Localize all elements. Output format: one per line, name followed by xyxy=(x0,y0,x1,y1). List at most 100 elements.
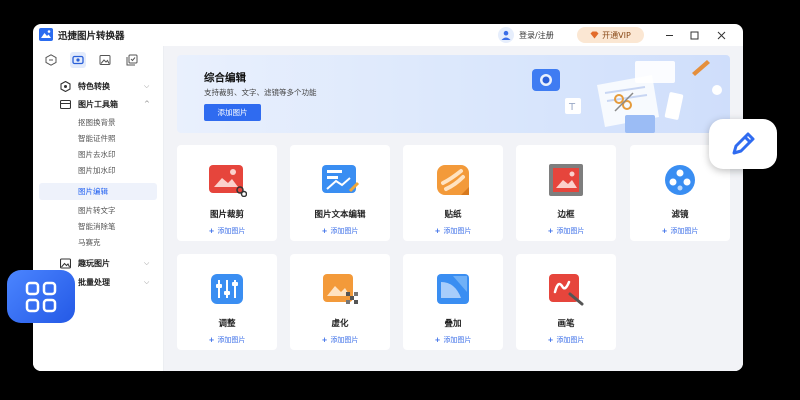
add-image-label: 添加图片 xyxy=(556,227,585,235)
add-image-label: 添加图片 xyxy=(556,336,585,344)
tool-name: 调整 xyxy=(218,319,236,329)
fun-image-icon xyxy=(60,257,71,269)
vip-label: 开通VIP xyxy=(602,30,631,40)
add-image-link[interactable]: + 添加图片 xyxy=(290,226,390,236)
sidebar-item-remove-watermark[interactable]: 图片去水印 xyxy=(78,148,116,162)
app-title: 迅捷图片转换器 xyxy=(58,31,125,42)
tool-card-sticker[interactable]: 贴纸 + 添加图片 xyxy=(403,145,503,241)
chevron-down-icon: ⌵ xyxy=(144,81,150,90)
chevron-down-icon: ⌵ xyxy=(144,277,150,286)
add-image-label: 添加图片 xyxy=(330,227,359,235)
format-tab[interactable] xyxy=(43,52,59,68)
overlay-icon xyxy=(437,274,469,304)
close-button[interactable] xyxy=(713,27,729,43)
sidebar-item-mosaic[interactable]: 马赛克 xyxy=(78,236,101,250)
image-tab[interactable] xyxy=(97,52,113,68)
batch-tab-icon xyxy=(126,54,138,66)
tool-name: 图片文本编辑 xyxy=(314,210,366,220)
diamond-icon xyxy=(590,31,599,39)
banner-add-image-button[interactable]: 添加图片 xyxy=(204,104,261,121)
banner-illustration: T xyxy=(532,60,722,133)
plus-icon: + xyxy=(547,227,554,235)
sticker-icon xyxy=(437,165,469,195)
add-image-link[interactable]: + 添加图片 xyxy=(630,226,730,236)
add-image-link[interactable]: + 添加图片 xyxy=(516,226,616,236)
add-image-link[interactable]: + 添加图片 xyxy=(403,226,503,236)
app-logo-icon xyxy=(39,28,53,41)
plus-icon: + xyxy=(434,227,441,235)
plus-icon: + xyxy=(208,336,215,344)
nav-group-label: 特色转换 xyxy=(78,81,110,91)
sidebar-item-cutout[interactable]: 抠图换背景 xyxy=(78,116,116,130)
sidebar-item-id-photo[interactable]: 智能证件照 xyxy=(78,132,116,146)
plus-icon: + xyxy=(321,336,328,344)
login-button[interactable]: 登录/注册 xyxy=(498,27,554,43)
add-image-label: 添加图片 xyxy=(217,336,246,344)
sidebar-item-add-watermark[interactable]: 图片加水印 xyxy=(78,164,116,178)
apps-grid-icon xyxy=(25,281,57,312)
add-image-label: 添加图片 xyxy=(670,227,699,235)
filter-icon xyxy=(665,165,695,195)
login-label: 登录/注册 xyxy=(519,30,554,40)
nav-group-label: 批量处理 xyxy=(78,277,110,287)
tool-name: 虚化 xyxy=(331,319,349,329)
add-image-link[interactable]: + 添加图片 xyxy=(290,335,390,345)
tool-card-brush[interactable]: 画笔 + 添加图片 xyxy=(516,254,616,350)
tool-card-text-edit[interactable]: 图片文本编辑 + 添加图片 xyxy=(290,145,390,241)
toolbox-icon xyxy=(60,99,71,109)
nav-group-toolbox[interactable]: 图片工具箱 ^ xyxy=(33,95,164,113)
add-image-link[interactable]: + 添加图片 xyxy=(516,335,616,345)
toolbox-tab[interactable] xyxy=(70,52,86,68)
user-avatar-icon xyxy=(498,27,514,43)
tool-name: 叠加 xyxy=(444,319,462,329)
sidebar-top-tabs xyxy=(43,52,140,68)
plus-icon: + xyxy=(661,227,668,235)
plus-icon: + xyxy=(208,227,215,235)
maximize-button[interactable] xyxy=(686,27,702,43)
adjust-icon xyxy=(211,274,243,304)
svg-text:T: T xyxy=(568,102,576,113)
add-image-link[interactable]: + 添加图片 xyxy=(177,335,277,345)
tool-card-crop[interactable]: 图片裁剪 + 添加图片 xyxy=(177,145,277,241)
sidebar-item-image-to-text[interactable]: 图片转文字 xyxy=(78,204,116,218)
plus-icon: + xyxy=(321,227,328,235)
floating-apps-badge xyxy=(7,270,75,323)
floating-pen-badge xyxy=(709,119,777,169)
add-image-label: 添加图片 xyxy=(330,336,359,344)
tool-name: 边框 xyxy=(557,210,575,220)
tool-card-adjust[interactable]: 调整 + 添加图片 xyxy=(177,254,277,350)
vip-button[interactable]: 开通VIP xyxy=(577,27,644,43)
special-convert-icon xyxy=(60,80,71,92)
brush-icon xyxy=(549,274,584,306)
tool-card-blur[interactable]: 虚化 + 添加图片 xyxy=(290,254,390,350)
sidebar-item-eraser[interactable]: 智能消除笔 xyxy=(78,220,116,234)
close-icon xyxy=(717,31,725,39)
blur-icon xyxy=(323,274,358,304)
sidebar-item-image-edit[interactable]: 图片编辑 xyxy=(39,183,157,200)
minimize-button[interactable] xyxy=(661,27,677,43)
add-image-label: 添加图片 xyxy=(443,227,472,235)
add-image-label: 添加图片 xyxy=(217,227,246,235)
format-tab-icon xyxy=(45,54,57,66)
edit-banner: 综合编辑 支持裁剪、文字、滤镜等多个功能 添加图片 T xyxy=(177,55,730,133)
chevron-down-icon: ⌵ xyxy=(144,258,150,267)
app-window: 迅捷图片转换器 登录/注册 开通VIP 特色转换 ⌵ 图片工具箱 ^ 抠图换背景… xyxy=(33,24,743,371)
plus-icon: + xyxy=(547,336,554,344)
tool-name: 贴纸 xyxy=(444,210,462,220)
add-image-link[interactable]: + 添加图片 xyxy=(403,335,503,345)
title-bar: 迅捷图片转换器 登录/注册 开通VIP xyxy=(33,24,743,46)
frame-icon xyxy=(549,164,583,196)
add-image-label: 添加图片 xyxy=(443,336,472,344)
main-content: 综合编辑 支持裁剪、文字、滤镜等多个功能 添加图片 T 图片裁剪 + 添加图片 … xyxy=(164,46,743,371)
tool-card-frame[interactable]: 边框 + 添加图片 xyxy=(516,145,616,241)
toolbox-tab-icon xyxy=(72,55,84,65)
add-image-link[interactable]: + 添加图片 xyxy=(177,226,277,236)
pen-icon xyxy=(732,132,755,155)
minimize-icon xyxy=(665,34,673,36)
banner-subtitle: 支持裁剪、文字、滤镜等多个功能 xyxy=(204,88,317,97)
batch-tab[interactable] xyxy=(124,52,140,68)
tool-name: 画笔 xyxy=(557,319,575,329)
nav-group-special[interactable]: 特色转换 ⌵ xyxy=(33,77,164,95)
tool-card-overlay[interactable]: 叠加 + 添加图片 xyxy=(403,254,503,350)
text-edit-icon xyxy=(322,165,360,193)
